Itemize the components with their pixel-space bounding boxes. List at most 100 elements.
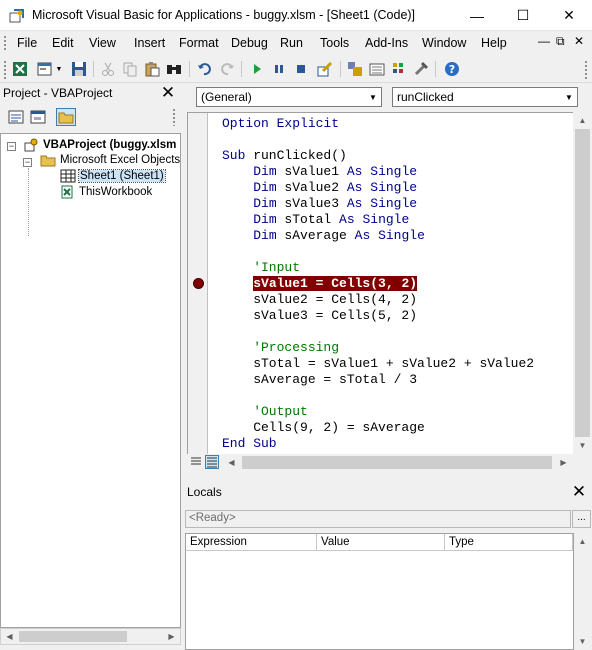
scroll-down-icon[interactable]: ▼: [574, 633, 591, 650]
view-object-icon[interactable]: [28, 108, 48, 126]
collapse-icon[interactable]: −: [23, 158, 32, 167]
redo-icon[interactable]: [218, 60, 236, 78]
menu-format[interactable]: Format: [179, 36, 219, 50]
toolbar-grip-icon[interactable]: [3, 60, 7, 79]
insert-dropdown-icon[interactable]: ▼: [54, 60, 64, 78]
project-horizontal-scrollbar[interactable]: ◀ ▶: [0, 628, 181, 645]
scroll-up-icon[interactable]: ▲: [574, 112, 591, 129]
collapse-icon[interactable]: −: [7, 142, 16, 151]
object-browser-icon[interactable]: [390, 60, 408, 78]
scroll-right-icon[interactable]: ▶: [555, 454, 572, 471]
code-line[interactable]: Sub runClicked(): [222, 148, 347, 164]
code-line[interactable]: sValue2 = Cells(4, 2): [222, 292, 417, 308]
project-toolbar-overflow-icon[interactable]: [172, 108, 176, 126]
view-code-icon[interactable]: [6, 108, 26, 126]
tree-node-sheet1[interactable]: Sheet1 (Sheet1): [60, 169, 166, 183]
breakpoint-icon[interactable]: [193, 278, 204, 289]
code-line[interactable]: sValue1 = Cells(3, 2): [222, 276, 418, 292]
folder-icon: [40, 155, 56, 167]
run-icon[interactable]: [248, 60, 266, 78]
close-button[interactable]: ✕: [546, 0, 592, 31]
scroll-down-icon[interactable]: ▼: [574, 437, 591, 454]
scrollbar-thumb[interactable]: [242, 456, 552, 469]
chevron-down-icon[interactable]: ▼: [561, 88, 577, 106]
menu-run[interactable]: Run: [280, 36, 303, 50]
menubar-grip-icon[interactable]: [3, 35, 7, 52]
scroll-up-icon[interactable]: ▲: [574, 533, 591, 550]
toggle-folders-icon[interactable]: [56, 108, 76, 126]
save-icon[interactable]: [70, 60, 88, 78]
copy-icon[interactable]: [121, 60, 139, 78]
tree-node-excel-objects[interactable]: Microsoft Excel Objects: [40, 153, 180, 167]
mdi-restore-icon[interactable]: ⧉: [556, 34, 565, 49]
break-icon[interactable]: [270, 60, 288, 78]
breakpoint-highlight: sValue1 = Cells(3, 2): [253, 276, 418, 291]
object-combo[interactable]: (General) ▼: [196, 87, 382, 107]
locals-window: Locals ✕ <Ready> ... Expression Value Ty…: [185, 481, 592, 650]
locals-close-icon[interactable]: ✕: [570, 483, 588, 501]
code-line[interactable]: Cells(9, 2) = sAverage: [222, 420, 425, 436]
column-header-expression[interactable]: Expression: [186, 534, 317, 551]
toolbox-icon[interactable]: [412, 60, 430, 78]
cut-icon[interactable]: [99, 60, 117, 78]
help-icon[interactable]: ?: [443, 60, 461, 78]
call-stack-button[interactable]: ...: [572, 510, 591, 528]
object-combo-value: (General): [201, 90, 252, 104]
scrollbar-thumb[interactable]: [19, 631, 127, 642]
menu-window[interactable]: Window: [422, 36, 466, 50]
menu-debug[interactable]: Debug: [231, 36, 268, 50]
column-header-type[interactable]: Type: [445, 534, 573, 551]
code-line[interactable]: 'Output: [222, 404, 308, 420]
locals-grid[interactable]: Expression Value Type: [185, 533, 574, 650]
tree-node-thisworkbook[interactable]: ThisWorkbook: [60, 185, 152, 199]
code-line[interactable]: Option Explicit: [222, 116, 339, 132]
menu-edit[interactable]: Edit: [52, 36, 74, 50]
code-line[interactable]: Dim sAverage As Single: [222, 228, 425, 244]
code-line[interactable]: sTotal = sValue1 + sValue2 + sValue2: [222, 356, 534, 372]
code-line[interactable]: sValue3 = Cells(5, 2): [222, 308, 417, 324]
code-line[interactable]: Dim sValue2 As Single: [222, 180, 417, 196]
menu-add-ins[interactable]: Add-Ins: [365, 36, 408, 50]
procedure-view-icon[interactable]: [189, 455, 203, 469]
find-icon[interactable]: [165, 60, 183, 78]
paste-icon[interactable]: [143, 60, 161, 78]
maximize-button[interactable]: ☐: [500, 0, 546, 31]
code-line[interactable]: End Sub: [222, 436, 277, 452]
mdi-close-icon[interactable]: ✕: [574, 34, 584, 48]
scroll-right-icon[interactable]: ▶: [163, 629, 180, 644]
scrollbar-thumb[interactable]: [575, 129, 590, 437]
chevron-down-icon[interactable]: ▼: [365, 88, 381, 106]
minimize-button[interactable]: —: [454, 0, 500, 31]
code-vertical-scrollbar[interactable]: ▲ ▼: [574, 112, 591, 454]
code-line[interactable]: Dim sValue1 As Single: [222, 164, 417, 180]
code-editor[interactable]: Option Explicit Sub runClicked() Dim sVal…: [187, 112, 573, 454]
reset-icon[interactable]: [292, 60, 310, 78]
mdi-minimize-icon[interactable]: —: [538, 34, 550, 48]
locals-vertical-scrollbar[interactable]: ▲ ▼: [574, 533, 591, 650]
code-line[interactable]: 'Input: [222, 260, 300, 276]
project-close-icon[interactable]: ✕: [159, 84, 177, 102]
menu-tools[interactable]: Tools: [320, 36, 349, 50]
scroll-left-icon[interactable]: ◀: [1, 629, 18, 644]
design-mode-icon[interactable]: [316, 60, 334, 78]
code-line[interactable]: 'Processing: [222, 340, 339, 356]
menu-insert[interactable]: Insert: [134, 36, 165, 50]
view-excel-icon[interactable]: [11, 60, 29, 78]
scroll-left-icon[interactable]: ◀: [223, 454, 240, 471]
undo-icon[interactable]: [196, 60, 214, 78]
menu-file[interactable]: File: [17, 36, 37, 50]
menu-view[interactable]: View: [89, 36, 116, 50]
properties-window-icon[interactable]: [368, 60, 386, 78]
full-module-view-icon[interactable]: [205, 455, 219, 469]
insert-userform-icon[interactable]: [36, 60, 54, 78]
project-explorer-icon[interactable]: [346, 60, 364, 78]
menu-help[interactable]: Help: [481, 36, 507, 50]
toolbar-overflow-icon[interactable]: [584, 60, 588, 79]
tree-node-vbaproject[interactable]: VBAProject (buggy.xlsm: [23, 137, 176, 153]
menu-bar: File Edit View Insert Format Debug Run T…: [0, 31, 592, 56]
code-line[interactable]: Dim sValue3 As Single: [222, 196, 417, 212]
procedure-combo[interactable]: runClicked ▼: [392, 87, 578, 107]
code-line[interactable]: Dim sTotal As Single: [222, 212, 409, 228]
code-line[interactable]: sAverage = sTotal / 3: [222, 372, 417, 388]
column-header-value[interactable]: Value: [317, 534, 445, 551]
